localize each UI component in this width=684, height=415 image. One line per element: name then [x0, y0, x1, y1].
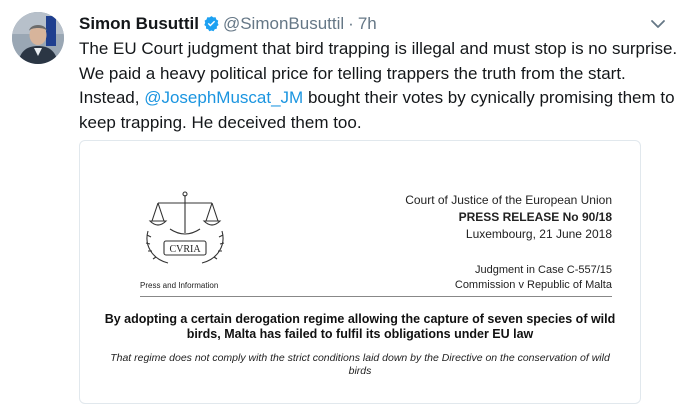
tweet-text: The EU Court judgment that bird trapping…	[79, 37, 679, 135]
case-parties: Commission v Republic of Malta	[454, 279, 612, 291]
press-release-number: PRESS RELEASE No 90/18	[458, 210, 612, 224]
mention-link[interactable]: @JosephMuscat_JM	[144, 88, 303, 107]
judgment-case: Judgment in Case C-557/15	[475, 264, 612, 276]
press-headline: By adopting a certain derogation regime …	[104, 312, 616, 341]
court-name: Court of Justice of the European Union	[405, 193, 612, 207]
judgment-info: Judgment in Case C-557/15 Commission v R…	[455, 263, 612, 293]
press-subheadline: That regime does not comply with the str…	[110, 352, 610, 377]
place-date: Luxembourg, 21 June 2018	[465, 227, 612, 241]
author-name[interactable]: Simon Busuttil	[79, 14, 199, 33]
author-handle[interactable]: @SimonBusuttil	[223, 14, 344, 33]
separator-dot: ·	[348, 14, 354, 33]
divider	[140, 296, 612, 297]
chevron-down-icon[interactable]	[648, 14, 668, 34]
tweet-timestamp[interactable]: 7h	[358, 14, 377, 33]
logo-text: CVRIA	[169, 244, 201, 255]
verified-badge-icon	[203, 15, 220, 39]
attached-image[interactable]: CVRIA Press and Information Court of Jus…	[79, 140, 641, 404]
avatar[interactable]	[12, 12, 64, 64]
court-header: Court of Justice of the European Union P…	[405, 192, 612, 243]
press-info-label: Press and Information	[140, 281, 219, 290]
cvria-logo: CVRIA	[142, 189, 228, 271]
avatar-image	[12, 12, 64, 64]
tweet-header: Simon Busuttil @SimonBusuttil · 7h	[79, 12, 668, 36]
